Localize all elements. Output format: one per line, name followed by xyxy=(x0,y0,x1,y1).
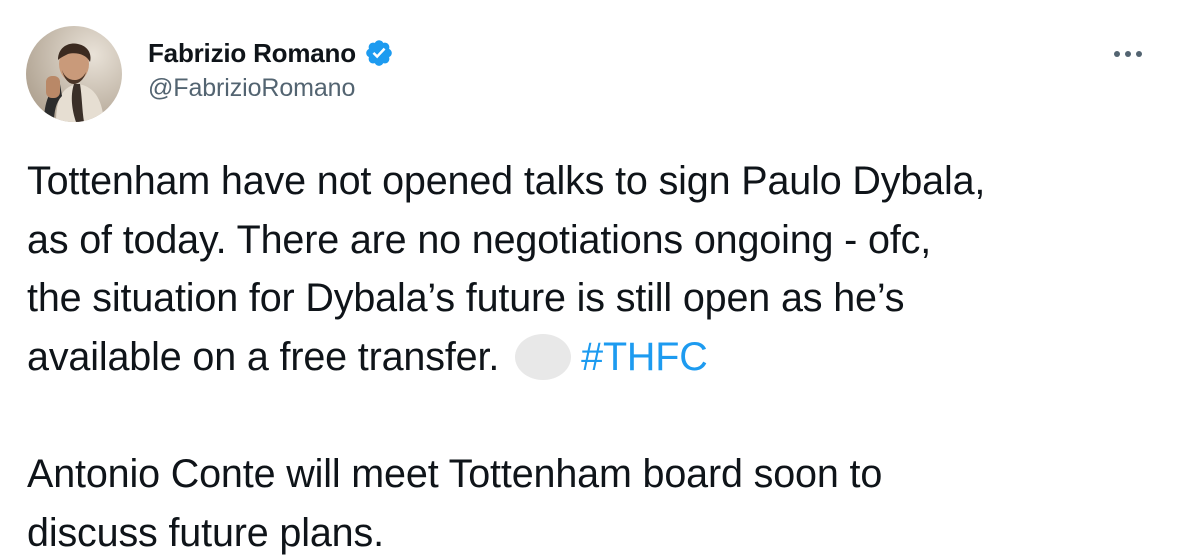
tweet-line: Antonio Conte will meet Tottenham board … xyxy=(27,451,883,496)
avatar-photo xyxy=(26,26,122,122)
more-options-icon xyxy=(1114,51,1142,57)
tweet-paragraph-2: Antonio Conte will meet Tottenham board … xyxy=(27,445,1162,560)
tweet-line: the situation for Dybala’s future is sti… xyxy=(27,276,905,321)
tweet-paragraph-1: Tottenham have not opened talks to sign … xyxy=(27,152,1162,386)
tweet-line: as of today. There are no negotiations o… xyxy=(27,217,932,262)
tweet-text: Tottenham have not opened talks to sign … xyxy=(27,152,1162,560)
author-identity[interactable]: Fabrizio Romano @FabrizioRomano xyxy=(148,36,394,103)
verified-badge-icon xyxy=(364,38,394,68)
tweet-line: available on a free transfer. xyxy=(27,334,500,379)
emoji-icon xyxy=(515,333,572,380)
tweet-line: discuss future plans. xyxy=(27,510,384,555)
more-options-button[interactable] xyxy=(1108,42,1148,66)
tweet-line: Tottenham have not opened talks to sign … xyxy=(27,159,986,203)
display-name[interactable]: Fabrizio Romano xyxy=(148,38,356,69)
avatar[interactable] xyxy=(26,26,122,122)
name-row: Fabrizio Romano xyxy=(148,36,394,70)
tweet-header: Fabrizio Romano @FabrizioRomano xyxy=(26,26,1152,126)
author-handle[interactable]: @FabrizioRomano xyxy=(148,74,394,103)
hashtag-link[interactable]: #THFC xyxy=(581,335,708,379)
